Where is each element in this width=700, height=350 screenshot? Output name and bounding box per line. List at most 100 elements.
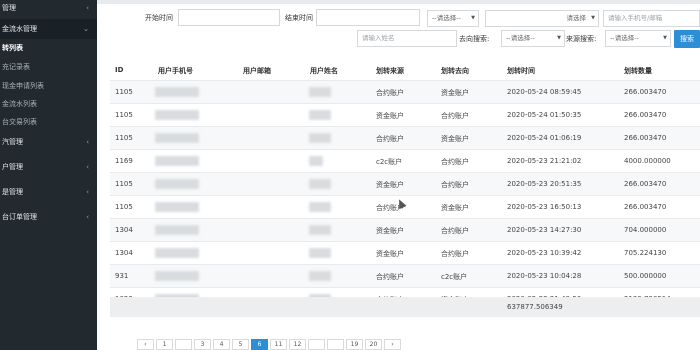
sidebar-subitem-label: 金流水列表: [2, 100, 37, 108]
page-button[interactable]: 5: [232, 339, 249, 350]
start-time-input[interactable]: [178, 9, 280, 26]
sidebar-item-label: 户管理: [2, 163, 23, 171]
table-row[interactable]: 1105 合约账户 资金账户 2020-05-23 16:50:13 266.00347…: [110, 195, 700, 219]
contact-search-input[interactable]: 请输入手机号/邮箱: [603, 10, 700, 27]
chevron-left-icon: ‹: [86, 188, 89, 196]
chevron-left-icon: ‹: [86, 4, 89, 12]
cell-id: 1304: [115, 249, 133, 257]
cell-id: 1304: [115, 226, 133, 234]
table-row[interactable]: 1105 合约账户 资金账户 2020-05-24 08:59:45 266.00347…: [110, 80, 700, 104]
cell-target: 资金账户: [441, 89, 469, 97]
top-divider: [97, 0, 700, 4]
direction-select[interactable]: --请选择-- ▼: [501, 30, 565, 47]
redacted-phone: [155, 110, 199, 120]
redacted-phone: [155, 133, 199, 143]
sidebar-subitem-withdraw[interactable]: 现金申请列表: [0, 76, 97, 96]
sidebar-item-1[interactable]: 汽管理 ‹: [0, 132, 97, 152]
cell-target: 合约账户: [441, 250, 469, 258]
table-row[interactable]: 1105 合约账户 资金账户 2020-05-24 01:06:19 266.00347…: [110, 126, 700, 150]
chevron-down-icon: ⌄: [83, 25, 89, 33]
redacted-name: [309, 156, 323, 166]
sidebar-item-2[interactable]: 户管理 ‹: [0, 157, 97, 177]
name-search-input[interactable]: 请输入姓名: [357, 30, 457, 47]
redacted-name: [309, 110, 331, 120]
sidebar-subitem-label: 充记录表: [2, 63, 30, 71]
cell-source: 资金账户: [376, 227, 404, 235]
redacted-name: [309, 248, 331, 258]
sidebar-item-top[interactable]: 管理 ‹: [0, 0, 97, 18]
page-button[interactable]: [327, 339, 344, 350]
cell-target: c2c账户: [441, 273, 468, 281]
chevron-left-icon: ‹: [86, 163, 89, 171]
sidebar-subitem-transfer-list[interactable]: 转列表: [0, 38, 97, 58]
page-button[interactable]: [308, 339, 325, 350]
select-value: 请选择: [566, 14, 587, 22]
select-value: --请选择--: [610, 34, 639, 42]
cell-amount: 705.224130: [624, 249, 667, 257]
cell-amount: 266.003470: [624, 180, 667, 188]
cell-source: c2c账户: [376, 158, 403, 166]
table-row[interactable]: 1105 资金账户 合约账户 2020-05-23 20:51:35 266.00347…: [110, 172, 700, 196]
page-button[interactable]: 12: [289, 339, 306, 350]
page-button[interactable]: 3: [194, 339, 211, 350]
redacted-phone: [155, 202, 199, 212]
sidebar: 管理 ‹ 金流水管理 ⌄ 转列表 充记录表 现金申请列表 金流水列表 台交易列表…: [0, 0, 97, 350]
page-button[interactable]: ›: [384, 339, 401, 350]
page-button[interactable]: 4: [213, 339, 230, 350]
cell-source: 合约账户: [376, 135, 404, 143]
page-button[interactable]: 6: [251, 339, 268, 350]
pagination: ‹ 1 3 4 5 6 11 12 19 20 ›: [137, 339, 537, 350]
table-row[interactable]: 1169 c2c账户 合约账户 2020-05-23 21:21:02 4000.000…: [110, 149, 700, 173]
page-button[interactable]: 1: [156, 339, 173, 350]
source-search-label: 来源搜索:: [566, 35, 597, 43]
table-row[interactable]: 931 合约账户 c2c账户 2020-05-23 10:04:28 500.00000…: [110, 264, 700, 288]
cell-source: 资金账户: [376, 250, 404, 258]
column-header: 划转数量: [624, 67, 652, 75]
redacted-phone: [155, 179, 199, 189]
redacted-name: [309, 271, 331, 281]
redacted-phone: [155, 271, 199, 281]
cell-amount: 266.003470: [624, 203, 667, 211]
cell-id: 1169: [115, 157, 133, 165]
page-button[interactable]: ‹: [137, 339, 154, 350]
page-button[interactable]: 19: [346, 339, 363, 350]
redacted-name: [309, 87, 331, 97]
table-row[interactable]: 1304 资金账户 合约账户 2020-05-23 14:27:30 704.00000…: [110, 218, 700, 242]
sidebar-item-4[interactable]: 台订单管理 ‹: [0, 207, 97, 227]
cell-amount: 266.003470: [624, 88, 667, 96]
sidebar-item-3[interactable]: 是管理 ‹: [0, 182, 97, 202]
cell-id: 1105: [115, 111, 133, 119]
sidebar-subitem-flow[interactable]: 金流水列表: [0, 94, 97, 114]
sidebar-subitem-label: 转列表: [2, 44, 23, 52]
sidebar-item-label: 是管理: [2, 188, 23, 196]
redacted-phone: [155, 248, 199, 258]
cell-target: 资金账户: [441, 204, 469, 212]
sidebar-group-fund-flow[interactable]: 金流水管理 ⌄: [0, 19, 97, 39]
cell-target: 合约账户: [441, 181, 469, 189]
table-row[interactable]: 1105 资金账户 合约账户 2020-05-24 01:50:35 266.00347…: [110, 103, 700, 127]
cell-time: 2020-05-23 14:27:30: [507, 226, 582, 234]
column-header: 划转时间: [507, 67, 535, 75]
cell-time: 2020-05-23 16:50:13: [507, 203, 582, 211]
sidebar-subitem-trades[interactable]: 台交易列表: [0, 112, 97, 132]
page-button[interactable]: [175, 339, 192, 350]
page-button[interactable]: 20: [365, 339, 382, 350]
redacted-name: [309, 179, 331, 189]
page-button[interactable]: 11: [270, 339, 287, 350]
placeholder-text: 请输入姓名: [362, 34, 395, 42]
redacted-phone: [155, 156, 199, 166]
end-time-input[interactable]: [316, 9, 420, 26]
table-row[interactable]: 1304 资金账户 合约账户 2020-05-23 10:39:42 705.22413…: [110, 241, 700, 265]
source-select[interactable]: --请选择-- ▼: [605, 30, 671, 47]
redacted-name: [309, 202, 331, 212]
cell-source: 合约账户: [376, 89, 404, 97]
sidebar-subitem-recharge[interactable]: 充记录表: [0, 57, 97, 77]
filter-select-2[interactable]: 请选择 ▼: [485, 10, 599, 27]
table-header: ID 用户手机号 用户邮箱 用户姓名 划转来源 划转去向 划转时间 划转数量: [110, 66, 700, 80]
cell-id: 931: [115, 272, 129, 280]
cell-target: 资金账户: [441, 135, 469, 143]
search-button[interactable]: 搜索: [674, 30, 700, 48]
filter-select-1[interactable]: --请选择-- ▼: [427, 10, 479, 27]
column-header: 划转来源: [376, 67, 404, 75]
sidebar-item-label: 台订单管理: [2, 213, 37, 221]
